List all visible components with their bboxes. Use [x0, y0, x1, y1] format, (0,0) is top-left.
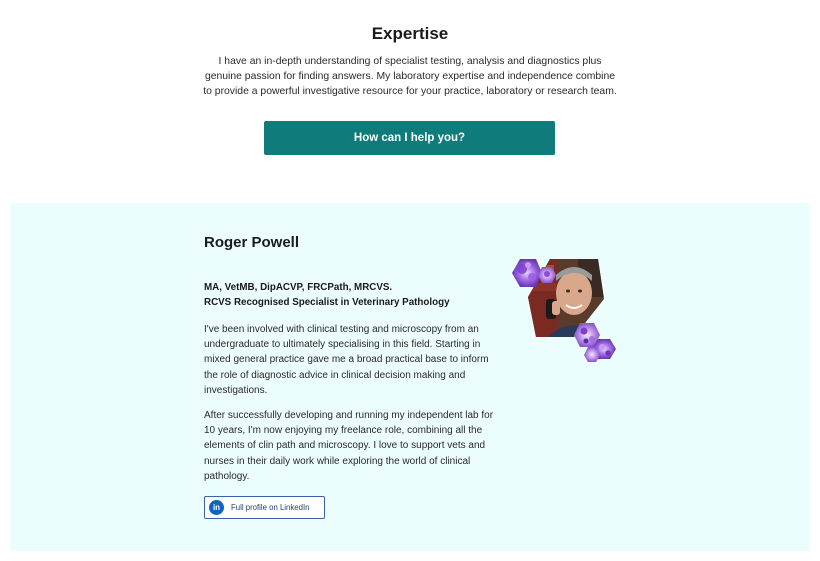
bio-paragraph: I've been involved with clinical testing… [204, 324, 489, 396]
how-can-i-help-button[interactable]: How can I help you? [264, 121, 555, 155]
bio-paragraph: After successfully developing and runnin… [204, 410, 494, 482]
profile-photo [512, 259, 616, 362]
linkedin-button-label: Full profile on LinkedIn [231, 503, 310, 512]
profile-name: Roger Powell [204, 234, 300, 251]
profile-credentials: MA, VetMB, DipACVP, FRCPath, MRCVS. RCVS… [204, 280, 450, 310]
credentials-specialist: RCVS Recognised Specialist in Veterinary… [204, 297, 450, 308]
profile-section: Roger Powell MA, VetMB, DipACVP, FRCPath… [10, 203, 810, 551]
linkedin-icon: in [209, 500, 224, 515]
expertise-title: Expertise [371, 24, 449, 43]
credentials-degrees: MA, VetMB, DipACVP, FRCPath, MRCVS. [204, 282, 393, 293]
expertise-description: I have an in-depth understanding of spec… [203, 56, 617, 97]
expertise-section: Expertise I have an in-depth understandi… [0, 0, 820, 200]
linkedin-profile-button[interactable]: in Full profile on LinkedIn [204, 496, 325, 519]
